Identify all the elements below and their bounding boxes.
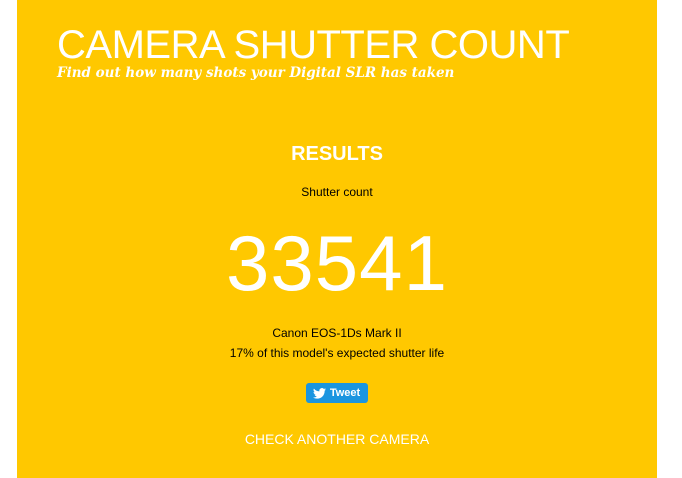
camera-model: Canon EOS-1Ds Mark II [272, 326, 402, 340]
site-tagline: Find out how many shots your Digital SLR… [57, 65, 455, 81]
tweet-button[interactable]: Tweet [305, 383, 369, 403]
page-container: CAMERA SHUTTER COUNT Find out how many s… [17, 0, 657, 478]
check-another-camera-link[interactable]: CHECK ANOTHER CAMERA [17, 430, 657, 448]
tweet-button-label: Tweet [329, 387, 361, 399]
site-title[interactable]: CAMERA SHUTTER COUNT [57, 23, 570, 67]
results-heading: RESULTS [291, 143, 383, 165]
shutter-count-value: 33541 [226, 219, 448, 307]
shutter-count-label: Shutter count [301, 185, 373, 199]
tweet-button-container: Tweet [17, 383, 657, 403]
shutter-life-percentage: 17% of this model's expected shutter lif… [229, 346, 445, 360]
twitter-bird-icon [312, 387, 326, 399]
